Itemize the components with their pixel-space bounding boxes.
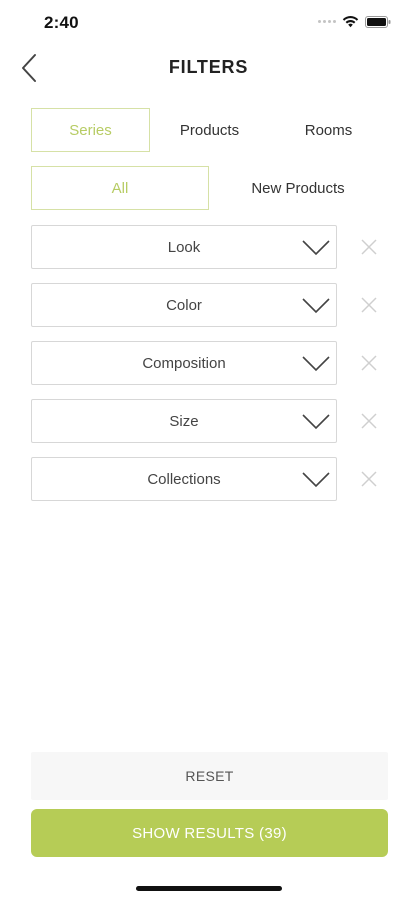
size-dropdown-label: Size [169, 412, 199, 430]
close-icon [361, 471, 377, 487]
look-dropdown-label: Look [167, 238, 201, 256]
home-indicator [136, 886, 282, 891]
page-title: FILTERS [168, 57, 249, 77]
clear-collections-button[interactable] [354, 457, 384, 501]
tab-products[interactable]: Products [150, 108, 269, 152]
filter-row-composition: Composition [31, 341, 391, 385]
chevron-down-icon [302, 240, 330, 256]
collections-dropdown-label: Collections [147, 470, 221, 488]
color-dropdown[interactable]: Color [31, 283, 337, 327]
close-icon [361, 355, 377, 371]
filter-row-collections: Collections [31, 457, 391, 501]
filter-row-look: Look [31, 225, 391, 269]
chevron-down-icon [302, 356, 330, 372]
size-dropdown[interactable]: Size [31, 399, 337, 443]
status-icons [318, 15, 391, 28]
tab-series[interactable]: Series [31, 108, 150, 152]
clear-size-button[interactable] [354, 399, 384, 443]
clear-look-button[interactable] [354, 225, 384, 269]
chevron-down-icon [302, 298, 330, 314]
chevron-down-icon [302, 472, 330, 488]
close-icon [361, 413, 377, 429]
status-bar: 2:40 [0, 0, 417, 46]
category-tabs: Series Products Rooms [31, 108, 388, 152]
battery-icon [365, 15, 391, 28]
filters-screen: 2:40 FILTERS Series Products Rooms All N… [0, 0, 417, 900]
status-time: 2:40 [44, 13, 79, 32]
clear-composition-button[interactable] [354, 341, 384, 385]
close-icon [361, 239, 377, 255]
show-results-button[interactable]: SHOW RESULTS (39) [31, 809, 388, 857]
product-type-tabs: All New Products [31, 166, 388, 210]
chevron-down-icon [302, 414, 330, 430]
filter-row-color: Color [31, 283, 391, 327]
clear-color-button[interactable] [354, 283, 384, 327]
reset-button[interactable]: RESET [31, 752, 388, 800]
cellular-signal-icon [318, 20, 336, 23]
header: FILTERS [0, 46, 417, 90]
wifi-icon [342, 16, 359, 28]
composition-dropdown[interactable]: Composition [31, 341, 337, 385]
tab-rooms[interactable]: Rooms [269, 108, 388, 152]
composition-dropdown-label: Composition [142, 354, 226, 372]
collections-dropdown[interactable]: Collections [31, 457, 337, 501]
tab-new-products[interactable]: New Products [209, 166, 387, 210]
filter-row-size: Size [31, 399, 391, 443]
close-icon [361, 297, 377, 313]
look-dropdown[interactable]: Look [31, 225, 337, 269]
color-dropdown-label: Color [166, 296, 202, 314]
tab-all[interactable]: All [31, 166, 209, 210]
